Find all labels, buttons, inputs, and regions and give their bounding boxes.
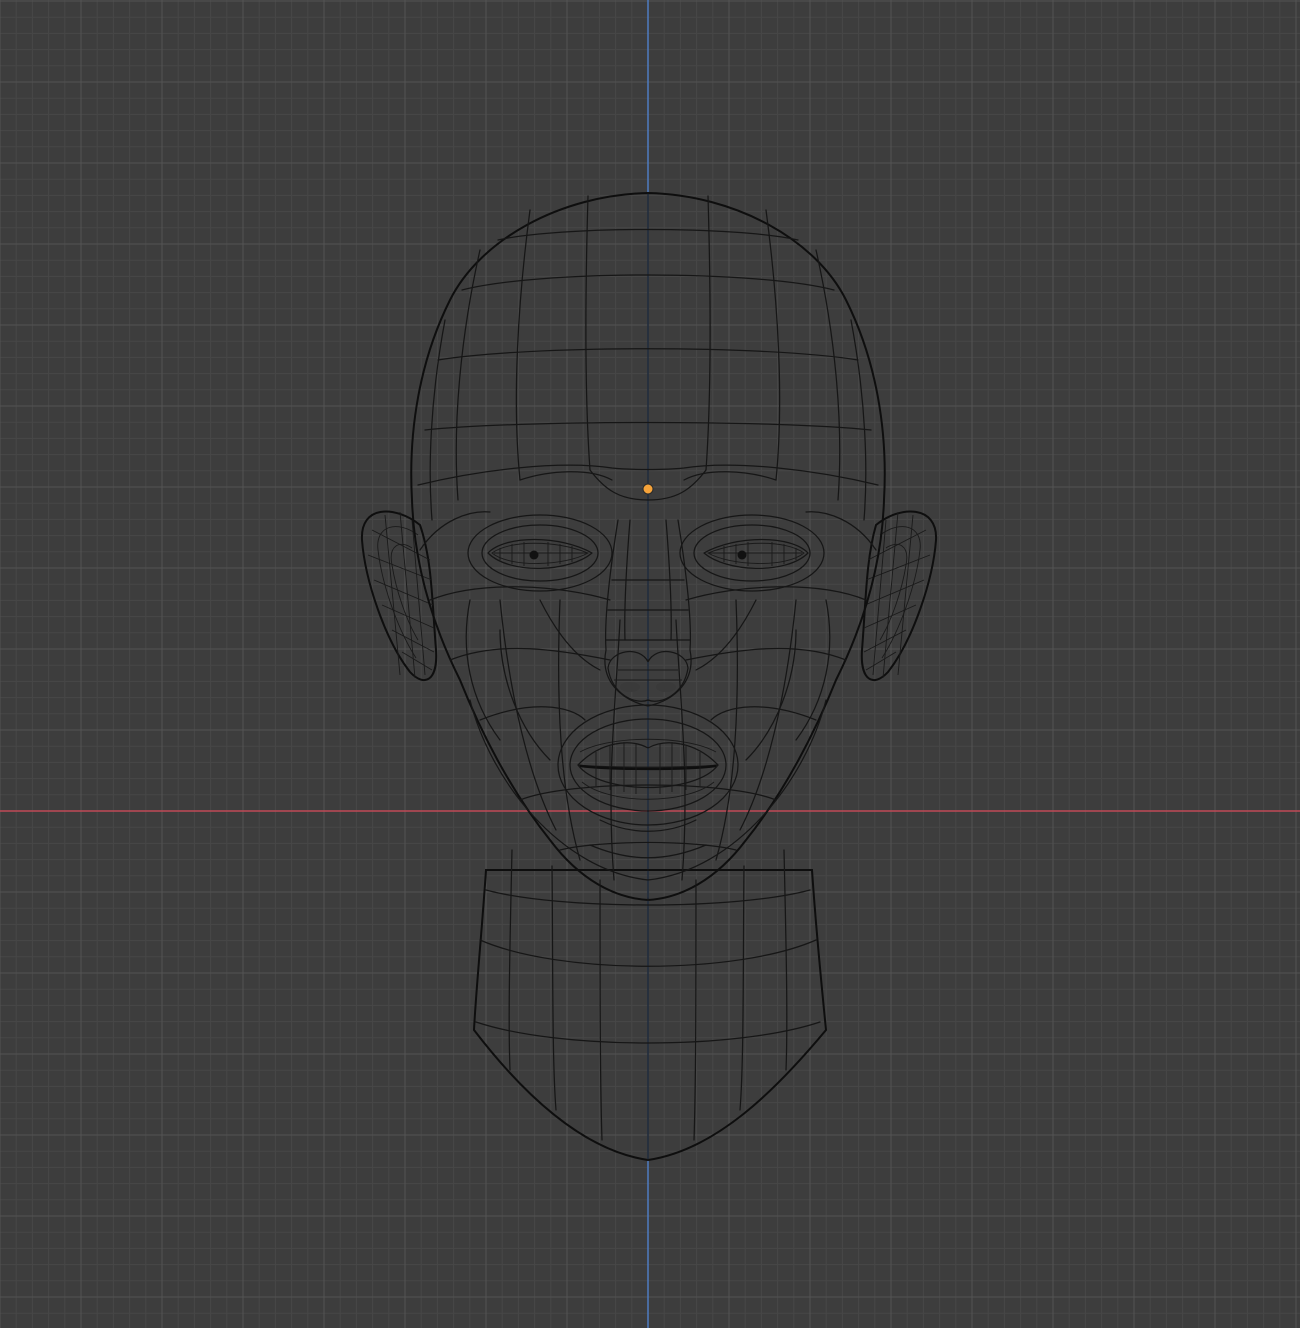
right-pupil bbox=[737, 550, 747, 560]
3d-viewport[interactable] bbox=[0, 0, 1300, 1328]
object-origin-dot[interactable] bbox=[642, 483, 654, 495]
left-eye-region bbox=[467, 514, 613, 592]
head-wireframe-vertical bbox=[429, 192, 867, 901]
right-eye-region bbox=[679, 514, 825, 592]
neck-surface bbox=[472, 869, 828, 1162]
left-nostril bbox=[620, 682, 640, 692]
right-nostril bbox=[656, 682, 676, 692]
right-ear bbox=[860, 510, 938, 682]
left-pupil bbox=[529, 550, 539, 560]
viewport-canvas[interactable] bbox=[0, 0, 1300, 1328]
head-mesh[interactable] bbox=[360, 191, 938, 1162]
viewport-grid bbox=[0, 0, 1300, 1328]
